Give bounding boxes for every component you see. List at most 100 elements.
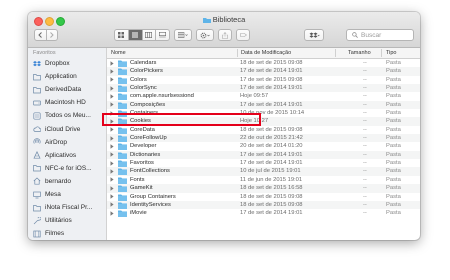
disclosure-triangle-icon[interactable] <box>110 169 114 174</box>
file-modified-date: 17 de set de 2014 19:01 <box>240 151 303 158</box>
file-kind: Pasta <box>386 110 401 117</box>
disclosure-triangle-icon[interactable] <box>110 127 114 133</box>
applications-icon <box>33 151 41 159</box>
file-size: -- <box>363 201 367 208</box>
sidebar-item[interactable]: Application <box>33 71 105 82</box>
disclosure-triangle-icon[interactable] <box>110 110 114 116</box>
file-kind: Pasta <box>386 193 401 200</box>
file-size: -- <box>363 168 367 175</box>
coverflow-view-button[interactable] <box>156 30 169 40</box>
sidebar-item[interactable]: Utilitários <box>33 215 105 226</box>
disclosure-triangle-icon[interactable] <box>110 77 114 82</box>
table-row[interactable]: Developer 20 de set de 2014 01:20 -- Pasta <box>107 142 420 151</box>
table-row[interactable]: FontCollections 10 de jul de 2015 19:01 --… <box>107 167 420 176</box>
table-row[interactable]: IdentityServices 18 de set de 2015 09:08 -… <box>107 200 420 210</box>
dropbox-menu-button[interactable] <box>304 29 324 41</box>
file-modified-date: 18 de set de 2015 09:08 <box>240 201 303 208</box>
file-modified-date: Hoje 09:57 <box>240 93 269 100</box>
file-modified-date: 17 de set de 2014 19:01 <box>240 101 303 108</box>
table-row[interactable]: GameKit 18 de set de 2015 16:58 -- Pasta <box>107 184 420 193</box>
folder-icon <box>118 110 127 118</box>
table-row[interactable]: CoreFollowUp 22 de out de 2015 21:42 -- Pas… <box>107 134 420 143</box>
arrange-menu-button[interactable] <box>174 29 192 41</box>
sidebar-item[interactable]: NFC-e for iOS... <box>33 163 105 174</box>
file-modified-date: 10 de jul de 2015 19:01 <box>240 168 301 175</box>
sidebar-item[interactable]: Macintosh HD <box>33 97 105 108</box>
sidebar-item[interactable]: Filmes <box>33 228 105 239</box>
search-field[interactable]: Buscar <box>346 29 414 41</box>
disclosure-triangle-icon[interactable] <box>110 202 114 208</box>
folder-icon <box>118 77 127 84</box>
table-row[interactable]: CoreData 18 de set de 2015 09:08 -- Pasta <box>107 126 420 134</box>
sidebar-item[interactable]: Dropbox <box>33 58 105 69</box>
file-name: Containers <box>130 110 159 117</box>
sidebar-item[interactable]: bernardo <box>33 176 105 187</box>
column-modified-header[interactable]: Data de Modificação <box>241 50 291 56</box>
columns-icon <box>145 32 153 38</box>
forward-button[interactable] <box>47 30 58 40</box>
table-row[interactable]: Containers 10 de nov de 2015 10:14 -- Pasta <box>107 109 420 118</box>
file-size: -- <box>363 185 367 192</box>
search-icon <box>352 32 358 38</box>
disclosure-triangle-icon[interactable] <box>110 194 114 199</box>
file-name: CoreData <box>130 126 155 133</box>
folder-icon <box>118 127 127 134</box>
file-modified-date: 22 de out de 2015 21:42 <box>240 135 303 142</box>
sidebar-item-label: Filmes <box>45 230 65 238</box>
column-size-header[interactable]: Tamanho <box>348 50 371 56</box>
sidebar-item[interactable]: Aplicativos <box>33 150 105 161</box>
sidebar-item-label: AirDrop <box>45 138 68 146</box>
back-button[interactable] <box>35 30 47 40</box>
column-name-header[interactable]: Nome <box>111 50 126 56</box>
column-view-button[interactable] <box>143 30 157 40</box>
table-row[interactable]: Colors 17 de set de 2015 09:08 -- Pasta <box>107 76 420 84</box>
table-row[interactable]: ColorPickers 17 de set de 2014 19:01 -- Pas… <box>107 67 420 76</box>
disclosure-triangle-icon[interactable] <box>110 177 114 183</box>
sidebar-item[interactable]: Mesa <box>33 189 105 200</box>
table-row[interactable]: ColorSync 17 de set de 2014 19:01 -- Pasta <box>107 84 420 93</box>
grid-icon <box>118 32 125 38</box>
file-name: CoreFollowUp <box>130 135 167 142</box>
disclosure-triangle-icon[interactable] <box>110 152 114 158</box>
table-row[interactable]: Cookies Hoje 10:27 -- Pasta <box>107 117 420 126</box>
table-row[interactable]: com.apple.nsurlsessiond Hoje 09:57 -- Pasta <box>107 92 420 101</box>
disclosure-triangle-icon[interactable] <box>110 102 114 108</box>
file-kind: Pasta <box>386 126 401 133</box>
file-kind: Pasta <box>386 93 401 100</box>
sidebar-item[interactable]: DerivedData <box>33 84 105 95</box>
sidebar-item[interactable]: AirDrop <box>33 137 105 148</box>
disclosure-triangle-icon[interactable] <box>110 85 114 91</box>
disclosure-triangle-icon[interactable] <box>110 119 114 124</box>
sidebar-item-label: bernardo <box>45 177 72 185</box>
tags-button[interactable] <box>236 29 250 41</box>
disclosure-triangle-icon[interactable] <box>110 94 114 99</box>
disclosure-triangle-icon[interactable] <box>110 144 114 149</box>
table-row[interactable]: Group Containers 18 de set de 2015 09:08 -… <box>107 193 420 201</box>
folder-icon <box>118 152 127 159</box>
file-modified-date: 18 de set de 2015 09:08 <box>240 60 303 66</box>
column-kind-header[interactable]: Tipo <box>386 50 397 56</box>
icon-view-button[interactable] <box>115 30 129 40</box>
disclosure-triangle-icon[interactable] <box>110 186 114 191</box>
list-view-button[interactable] <box>128 30 143 40</box>
sidebar-item[interactable]: iNota Fiscal Pr... <box>33 202 105 213</box>
table-row[interactable]: Calendars 18 de set de 2015 09:08 -- Pasta <box>107 59 420 67</box>
table-row[interactable]: Fonts 11 de jun de 2015 19:01 -- Pasta <box>107 176 420 184</box>
file-size: -- <box>363 101 367 108</box>
table-row[interactable]: Dictionaries 17 de set de 2014 19:01 -- Pas… <box>107 150 420 160</box>
column-header: Nome Data de Modificação Tamanho Tipo <box>107 48 420 59</box>
share-button[interactable] <box>218 29 232 41</box>
table-row[interactable]: Favoritos 17 de set de 2014 19:01 -- Pasta <box>107 159 420 168</box>
disclosure-triangle-icon[interactable] <box>110 161 114 166</box>
file-size: -- <box>363 193 367 200</box>
file-name: Colors <box>130 76 147 83</box>
sidebar-item[interactable]: Todos os Meu... <box>33 110 105 121</box>
disclosure-triangle-icon[interactable] <box>110 69 114 74</box>
sidebar-item[interactable]: iCloud Drive <box>33 124 105 135</box>
table-row[interactable]: iMovie 17 de set de 2014 19:01 -- Pasta <box>107 209 420 218</box>
table-row[interactable]: Composições 17 de set de 2014 19:01 -- Past… <box>107 100 420 110</box>
disclosure-triangle-icon[interactable] <box>110 135 114 141</box>
disclosure-triangle-icon[interactable] <box>110 211 114 216</box>
action-menu-button[interactable] <box>196 29 214 41</box>
disclosure-triangle-icon[interactable] <box>110 60 114 66</box>
